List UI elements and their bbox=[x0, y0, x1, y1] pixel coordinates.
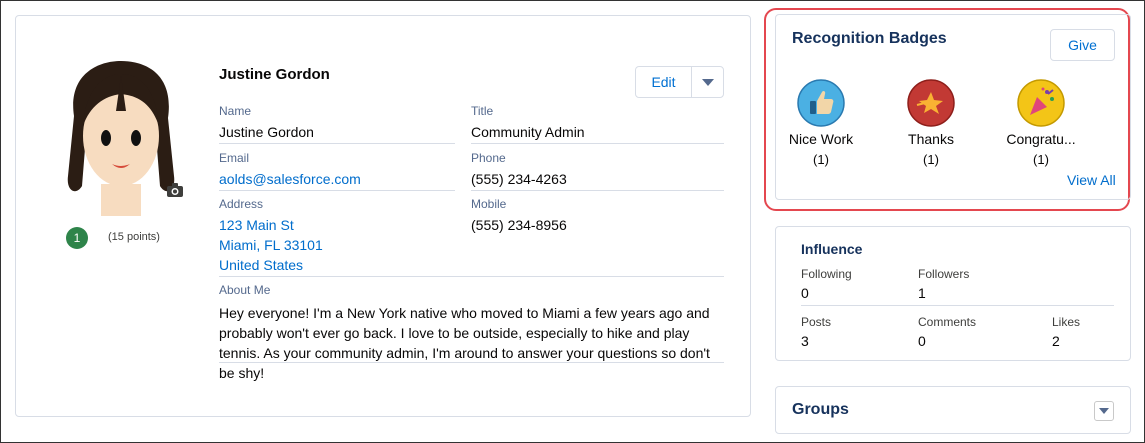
groups-card: Groups bbox=[775, 386, 1131, 434]
phone-value: (555) 234-4263 bbox=[471, 171, 567, 187]
divider bbox=[219, 143, 455, 144]
address-line2-link[interactable]: Miami, FL 33101 bbox=[219, 237, 323, 253]
camera-icon[interactable] bbox=[166, 182, 184, 198]
name-label: Name bbox=[219, 104, 252, 118]
thumbs-up-icon bbox=[797, 79, 845, 127]
badge-name: Nice Work bbox=[788, 131, 854, 147]
address-line1-link[interactable]: 123 Main St bbox=[219, 217, 294, 233]
phone-label: Phone bbox=[471, 151, 506, 165]
chevron-down-icon bbox=[701, 78, 714, 86]
following-label: Following bbox=[801, 267, 852, 281]
followers-label: Followers bbox=[918, 267, 970, 281]
name-value: Justine Gordon bbox=[219, 124, 314, 140]
followers-count[interactable]: 1 bbox=[918, 285, 926, 301]
influence-title: Influence bbox=[801, 241, 863, 257]
badge-item-thanks[interactable]: Thanks (1) bbox=[886, 79, 976, 167]
badges-title: Recognition Badges bbox=[792, 30, 947, 47]
chevron-down-icon bbox=[1099, 408, 1109, 414]
email-label: Email bbox=[219, 151, 250, 165]
address-line3-link[interactable]: United States bbox=[219, 257, 303, 273]
address-label: Address bbox=[219, 197, 264, 211]
divider bbox=[219, 276, 724, 277]
badge-item-congratulations[interactable]: Congratu... (1) bbox=[996, 79, 1086, 167]
badge-name: Congratu... bbox=[1006, 131, 1076, 147]
groups-menu-button[interactable] bbox=[1094, 401, 1114, 421]
profile-name-heading: Justine Gordon bbox=[219, 66, 330, 83]
mobile-value: (555) 234-8956 bbox=[471, 217, 567, 233]
mobile-label: Mobile bbox=[471, 197, 507, 211]
likes-label: Likes bbox=[1052, 315, 1081, 329]
badge-count: (1) bbox=[923, 152, 939, 167]
rank-badge: 1 bbox=[66, 227, 88, 249]
divider bbox=[219, 362, 724, 363]
comments-label: Comments bbox=[918, 315, 977, 329]
give-badge-button[interactable]: Give bbox=[1050, 29, 1115, 61]
edit-button-group: Edit bbox=[635, 66, 724, 98]
badge-item-nice-work[interactable]: Nice Work (1) bbox=[776, 79, 866, 167]
star-icon bbox=[907, 79, 955, 127]
posts-count: 3 bbox=[801, 333, 809, 349]
badge-name: Thanks bbox=[908, 131, 954, 147]
email-link[interactable]: aolds@salesforce.com bbox=[219, 171, 361, 187]
divider bbox=[471, 190, 724, 191]
following-count[interactable]: 0 bbox=[801, 285, 809, 301]
edit-button[interactable]: Edit bbox=[636, 67, 692, 97]
about-label: About Me bbox=[219, 283, 271, 297]
party-popper-icon bbox=[1017, 79, 1065, 127]
badge-count: (1) bbox=[813, 152, 829, 167]
comments-count: 0 bbox=[918, 333, 926, 349]
profile-card: 1 (15 points) Justine Gordon Edit Name J… bbox=[15, 15, 751, 417]
likes-count: 2 bbox=[1052, 333, 1060, 349]
edit-menu-button[interactable] bbox=[692, 67, 723, 97]
divider bbox=[471, 143, 724, 144]
about-value: Hey everyone! I'm a New York native who … bbox=[219, 305, 710, 381]
points-label: (15 points) bbox=[108, 231, 160, 243]
divider bbox=[801, 305, 1114, 306]
posts-label: Posts bbox=[801, 315, 832, 329]
view-all-badges-link[interactable]: View All bbox=[1067, 172, 1116, 188]
title-label: Title bbox=[471, 104, 494, 118]
groups-title: Groups bbox=[792, 401, 849, 418]
recognition-badges-card: Recognition Badges Give Nice Work (1) Th… bbox=[775, 14, 1131, 200]
influence-card: Influence Following 0 Followers 1 Posts … bbox=[775, 226, 1131, 361]
divider bbox=[219, 190, 455, 191]
title-value: Community Admin bbox=[471, 124, 585, 140]
badge-count: (1) bbox=[1033, 152, 1049, 167]
